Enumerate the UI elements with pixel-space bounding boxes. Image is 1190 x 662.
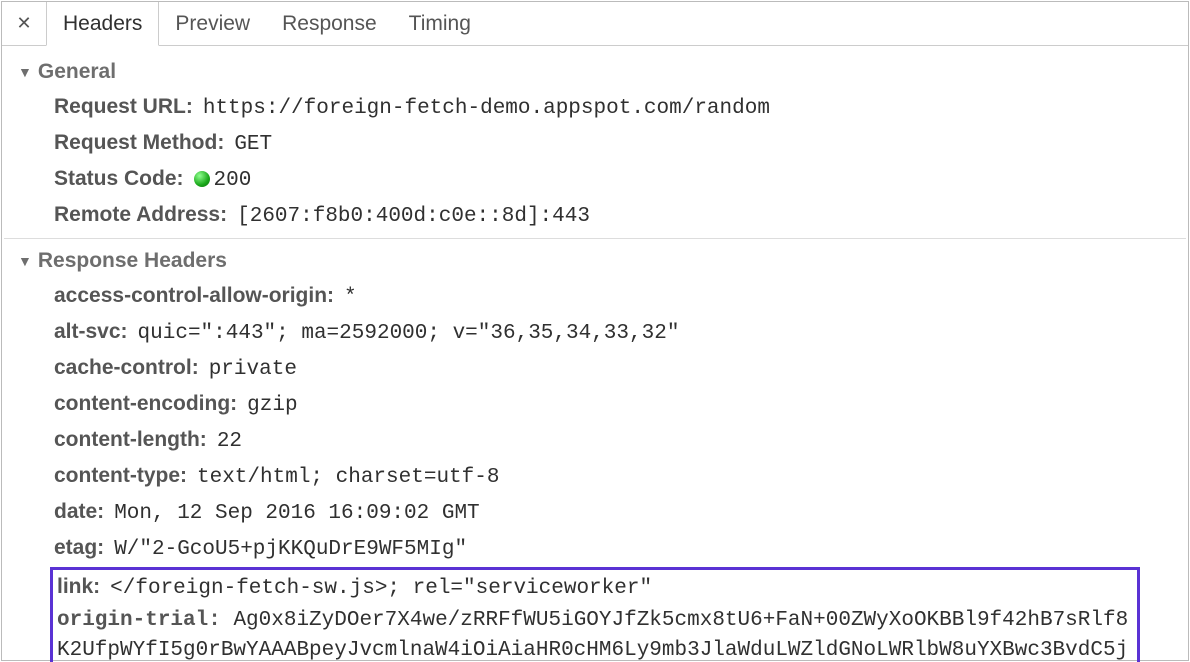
value-remote-address: [2607:f8b0:400d:c0e::8d]:443: [237, 202, 590, 232]
network-details-panel: ✕ Headers Preview Response Timing ▼ Gene…: [1, 1, 1189, 661]
tab-response[interactable]: Response: [266, 2, 393, 45]
tab-timing[interactable]: Timing: [393, 2, 487, 45]
row-origin-trial: origin-trial: Ag0x8iZyDOer7X4we/zRRFfWU5…: [57, 606, 1133, 662]
value-date: Mon, 12 Sep 2016 16:09:02 GMT: [114, 499, 479, 529]
row-etag: etag: W/"2-GcoU5+pjKKQuDrE9WF5MIg": [4, 531, 1186, 567]
value-content-encoding: gzip: [247, 391, 297, 421]
label-content-length: content-length:: [54, 425, 207, 455]
row-acao: access-control-allow-origin: *: [4, 279, 1186, 315]
section-general-header[interactable]: ▼ General: [4, 50, 1186, 90]
value-content-type: text/html; charset=utf-8: [197, 463, 499, 493]
row-content-type: content-type: text/html; charset=utf-8: [4, 459, 1186, 495]
label-request-url: Request URL:: [54, 92, 193, 122]
label-alt-svc: alt-svc:: [54, 317, 128, 347]
value-alt-svc: quic=":443"; ma=2592000; v="36,35,34,33,…: [138, 319, 680, 349]
label-origin-trial: origin-trial:: [57, 609, 221, 632]
highlight-box: link: </foreign-fetch-sw.js>; rel="servi…: [50, 567, 1140, 662]
section-general-title: General: [38, 60, 116, 84]
row-link: link: </foreign-fetch-sw.js>; rel="servi…: [57, 570, 1133, 606]
value-request-url: https://foreign-fetch-demo.appspot.com/r…: [203, 94, 770, 124]
label-content-type: content-type:: [54, 461, 187, 491]
row-status-code: Status Code: 200: [4, 162, 1186, 198]
section-response-headers-title: Response Headers: [38, 249, 227, 273]
close-icon[interactable]: ✕: [2, 2, 46, 45]
section-response-headers-header[interactable]: ▼ Response Headers: [4, 239, 1186, 279]
tab-preview[interactable]: Preview: [159, 2, 266, 45]
label-remote-address: Remote Address:: [54, 200, 227, 230]
tabbar: ✕ Headers Preview Response Timing: [2, 2, 1188, 46]
row-request-method: Request Method: GET: [4, 126, 1186, 162]
row-remote-address: Remote Address: [2607:f8b0:400d:c0e::8d]…: [4, 198, 1186, 234]
value-request-method: GET: [234, 130, 272, 160]
label-etag: etag:: [54, 533, 104, 563]
label-cache-control: cache-control:: [54, 353, 199, 383]
label-link: link:: [57, 572, 100, 602]
label-date: date:: [54, 497, 104, 527]
label-request-method: Request Method:: [54, 128, 224, 158]
row-request-url: Request URL: https://foreign-fetch-demo.…: [4, 90, 1186, 126]
tab-headers[interactable]: Headers: [46, 2, 159, 46]
row-date: date: Mon, 12 Sep 2016 16:09:02 GMT: [4, 495, 1186, 531]
row-content-encoding: content-encoding: gzip: [4, 387, 1186, 423]
chevron-down-icon: ▼: [18, 64, 32, 80]
row-cache-control: cache-control: private: [4, 351, 1186, 387]
row-content-length: content-length: 22: [4, 423, 1186, 459]
label-status-code: Status Code:: [54, 164, 184, 194]
chevron-down-icon: ▼: [18, 253, 32, 269]
value-etag: W/"2-GcoU5+pjKKQuDrE9WF5MIg": [114, 535, 467, 565]
label-content-encoding: content-encoding:: [54, 389, 237, 419]
label-acao: access-control-allow-origin:: [54, 281, 334, 311]
value-content-length: 22: [217, 427, 242, 457]
value-status-code: 200: [194, 166, 252, 196]
status-dot-icon: [194, 171, 210, 187]
row-alt-svc: alt-svc: quic=":443"; ma=2592000; v="36,…: [4, 315, 1186, 351]
value-acao: *: [344, 283, 357, 313]
value-link: </foreign-fetch-sw.js>; rel="servicework…: [110, 574, 652, 604]
value-cache-control: private: [209, 355, 297, 385]
content-area: ▼ General Request URL: https://foreign-f…: [2, 46, 1188, 662]
status-code-text: 200: [214, 169, 252, 192]
